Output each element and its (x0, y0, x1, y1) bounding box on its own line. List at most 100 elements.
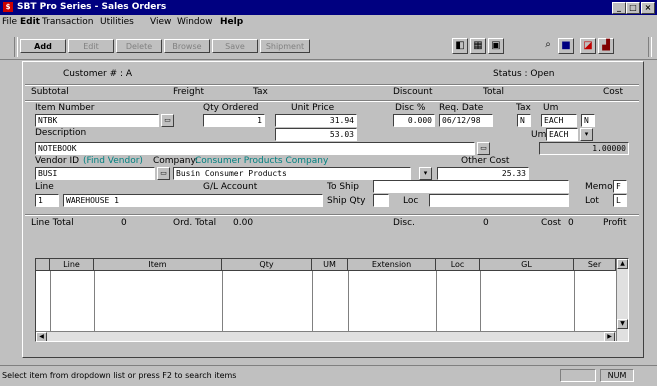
scroll-up-icon[interactable]: ▲ (617, 259, 628, 269)
grid-line (94, 271, 95, 335)
col-qty-header[interactable]: Qty (222, 259, 312, 271)
grid-line (50, 271, 51, 335)
unit-cost-field[interactable]: 53.03 (275, 128, 357, 141)
maximize-button[interactable]: □ (626, 2, 640, 14)
save-icon[interactable]: ■ (558, 38, 574, 54)
grid-horizontal-scrollbar[interactable]: ◀ ▶ (36, 331, 616, 341)
um-code-field[interactable]: N (581, 114, 595, 127)
order-total-label: Ord. Total (173, 218, 217, 228)
tax-code-field[interactable]: N (517, 114, 531, 127)
toolbar: Add Edit Delete Browse Save Shipment ◧ ▦… (0, 29, 657, 60)
minimize-button[interactable]: _ (612, 2, 626, 14)
row-selector-header (36, 259, 50, 271)
grid-line (436, 271, 437, 335)
total-label: Total (483, 87, 505, 97)
qty-ordered-label: Qty Ordered (203, 103, 259, 113)
browse-button[interactable]: Browse (164, 39, 210, 53)
col-item-header[interactable]: Item (94, 259, 222, 271)
loc-field[interactable] (429, 194, 569, 207)
scroll-left-icon[interactable]: ◀ (36, 332, 47, 341)
line-total-label: Line Total (31, 218, 74, 228)
col-ser-header[interactable]: Ser (574, 259, 616, 271)
menu-file[interactable]: File (2, 16, 17, 28)
other-cost-label: Other Cost (461, 156, 510, 166)
grid-line (222, 271, 223, 335)
grid-line (312, 271, 313, 335)
cost-value-field: 1.00000 (539, 142, 629, 155)
col-um-header[interactable]: UM (312, 259, 348, 271)
order-lines-grid[interactable]: Line Item Qty UM Extension Loc GL Ser ▲ … (35, 258, 629, 342)
add-button[interactable]: Add (20, 39, 66, 53)
item-number-field[interactable]: NTBK (35, 114, 159, 127)
disc-percent-field[interactable]: 0.000 (393, 114, 435, 127)
delete-button[interactable]: Delete (116, 39, 162, 53)
description-field[interactable]: NOTEBOOK (35, 142, 475, 155)
status-label: Status : Open (493, 69, 555, 79)
to-ship-field[interactable] (373, 180, 569, 193)
shipment-button[interactable]: Shipment (260, 39, 310, 53)
req-date-label: Req. Date (439, 103, 484, 113)
menu-help[interactable]: Help (220, 16, 243, 28)
view-icon[interactable]: ▣ (488, 38, 504, 54)
um-label-2: Um (531, 130, 547, 140)
scroll-right-icon[interactable]: ▶ (604, 332, 615, 341)
col-line-header[interactable]: Line (50, 259, 94, 271)
save-button[interactable]: Save (212, 39, 258, 53)
um-label: Um (543, 103, 559, 113)
um-field[interactable]: EACH (541, 114, 577, 127)
order-total-value: 0.00 (233, 218, 254, 228)
chart-icon[interactable]: ▟ (598, 38, 614, 54)
col-extension-header[interactable]: Extension (348, 259, 436, 271)
col-loc-header[interactable]: Loc (436, 259, 480, 271)
company-dropdown-icon[interactable]: ▾ (419, 167, 432, 180)
divider (25, 214, 639, 216)
prev-record-icon[interactable]: ◧ (452, 38, 468, 54)
menu-edit[interactable]: Edit (20, 16, 40, 28)
to-ship-label: To Ship (327, 182, 359, 192)
title-bar: $ SBT Pro Series - Sales Orders _ □ × (0, 0, 657, 15)
toolbar-grip (14, 37, 18, 57)
grid-vertical-scrollbar[interactable]: ▲ ▼ (616, 259, 628, 341)
customer-label: Customer # : A (63, 69, 133, 79)
cost-label: Cost (603, 87, 624, 97)
close-button[interactable]: × (641, 2, 655, 14)
discount-summary-label: Disc. (393, 218, 415, 228)
item-number-label: Item Number (35, 103, 95, 113)
vendor-id-label: Vendor ID (35, 156, 80, 166)
unit-price-label: Unit Price (291, 103, 335, 113)
req-date-field[interactable]: 06/12/98 (439, 114, 493, 127)
menu-utilities[interactable]: Utilities (100, 16, 134, 28)
col-gl-header[interactable]: GL (480, 259, 574, 271)
other-cost-field[interactable]: 25.33 (437, 167, 529, 180)
vendor-id-field[interactable]: BUSI (35, 167, 155, 180)
status-bar: Select item from dropdown list or press … (0, 365, 657, 386)
ship-qty-field[interactable] (373, 194, 389, 207)
menu-window[interactable]: Window (177, 16, 213, 28)
find-vendor-link[interactable]: (Find Vendor) (83, 156, 143, 167)
vendor-lookup-icon[interactable]: ▭ (157, 167, 170, 180)
num-lock-indicator: NUM (600, 369, 634, 382)
next-record-icon[interactable]: ▦ (470, 38, 486, 54)
company-label: Company: (153, 156, 199, 166)
unit-price-field[interactable]: 31.94 (275, 114, 357, 127)
item-lookup-icon[interactable]: ▭ (161, 114, 174, 127)
menu-transaction[interactable]: Transaction (42, 16, 94, 28)
gl-account-field[interactable]: WAREHOUSE 1 (63, 194, 323, 207)
toolbar-grip-right (648, 37, 652, 57)
price-um-dropdown-icon[interactable]: ▾ (580, 128, 593, 141)
menu-view[interactable]: View (150, 16, 171, 28)
search-icon[interactable]: ⌕ (540, 38, 556, 54)
company-link[interactable]: Consumer Products Company (195, 156, 328, 167)
scroll-down-icon[interactable]: ▼ (617, 319, 628, 329)
lot-flag-field[interactable]: L (613, 194, 627, 207)
price-um-field[interactable]: EACH (546, 128, 578, 141)
grid-line (348, 271, 349, 335)
qty-ordered-field[interactable]: 1 (203, 114, 265, 127)
description-notes-icon[interactable]: ▭ (477, 142, 490, 155)
profit-summary-label: Profit (603, 218, 627, 228)
app-icon[interactable]: $ (3, 2, 13, 12)
print-icon[interactable]: ◪ (580, 38, 596, 54)
edit-button[interactable]: Edit (68, 39, 114, 53)
loc-label: Loc (403, 196, 419, 206)
memo-flag-field[interactable]: F (613, 180, 627, 193)
